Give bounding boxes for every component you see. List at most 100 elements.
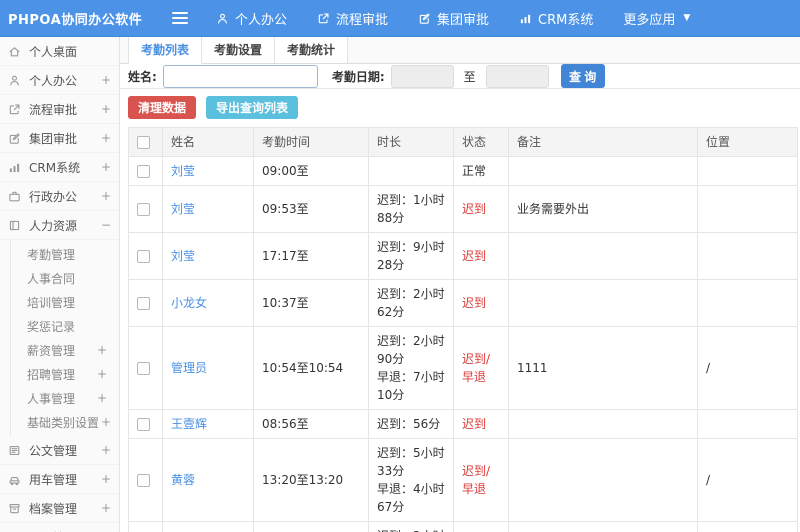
tab-bar: 考勤列表 考勤设置 考勤统计 <box>120 37 800 64</box>
column-header: 考勤时间 <box>253 127 369 157</box>
tab-attendance-settings[interactable]: 考勤设置 <box>202 37 276 63</box>
employee-name-link[interactable]: 刘莹 <box>171 202 195 216</box>
menu-toggle-icon[interactable] <box>172 12 188 24</box>
name-label: 姓名: <box>128 69 157 84</box>
table-row: 刘莹 09:00至 正常 <box>128 156 798 186</box>
sidebar-item-crm-system[interactable]: CRM系统 + <box>0 153 119 182</box>
sidebar-item-label: 集团审批 <box>29 131 78 146</box>
employee-name-link[interactable]: 小龙女 <box>171 296 207 310</box>
expand-icon[interactable]: + <box>99 131 113 145</box>
expand-icon[interactable]: + <box>99 160 113 174</box>
nav-item-more-apps[interactable]: 更多应用 ▼ <box>623 9 690 28</box>
expand-icon[interactable]: + <box>95 367 109 381</box>
expand-icon[interactable]: + <box>95 343 109 357</box>
expand-icon[interactable]: + <box>99 102 113 116</box>
sidebar-item-label: 个人桌面 <box>29 44 78 59</box>
sidebar-item-document-management[interactable]: 公文管理 + <box>0 436 119 465</box>
sidebar: 个人桌面 个人办公 + 流程审批 + 集团审批 + CRM系统 + 行政办公 +… <box>0 37 120 532</box>
status-text: 迟到 <box>462 417 487 431</box>
sidebar-item-personal-desktop[interactable]: 个人桌面 <box>0 37 119 66</box>
expand-icon[interactable]: + <box>95 391 109 405</box>
sidebar-item-workflow-approval[interactable]: 流程审批 + <box>0 95 119 124</box>
clean-data-button[interactable]: 清理数据 <box>128 96 197 119</box>
nav-item-group-approval[interactable]: 集团审批 <box>418 9 489 28</box>
top-nav: 个人办公 流程审批 集团审批 CRM系统 更多应用 ▼ <box>216 9 690 28</box>
location-cell <box>697 409 798 439</box>
app-header: PHPOA协同办公软件 个人办公 流程审批 集团审批 CRM系统 更多应用 ▼ <box>0 0 800 37</box>
select-all-checkbox[interactable] <box>137 136 150 149</box>
sidebar-item-group-approval[interactable]: 集团审批 + <box>0 124 119 153</box>
expand-icon[interactable]: + <box>99 73 113 87</box>
content-area: 考勤列表 考勤设置 考勤统计 姓名: 考勤日期: 至 查 询 清理数据 导出查询… <box>120 37 800 532</box>
nav-item-crm-system[interactable]: CRM系统 <box>519 9 593 28</box>
sidebar-subitem-salary-management[interactable]: 薪资管理 + <box>11 338 119 362</box>
nav-item-workflow-approval[interactable]: 流程审批 <box>317 9 388 28</box>
sidebar-item-label: 人力资源 <box>29 218 78 233</box>
attendance-date-label: 考勤日期: <box>331 69 385 84</box>
document-icon <box>8 444 23 457</box>
sidebar-item-human-resources[interactable]: 人力资源 − <box>0 211 119 240</box>
column-header: 时长 <box>368 127 454 157</box>
column-header: 姓名 <box>162 127 254 157</box>
remark-cell <box>508 232 698 280</box>
expand-icon[interactable]: + <box>99 472 113 486</box>
row-checkbox[interactable] <box>137 165 150 178</box>
table-row: 王壹辉 10:02至 迟到：2小时03分 迟到 <box>128 521 798 532</box>
sidebar-item-personal-office[interactable]: 个人办公 + <box>0 66 119 95</box>
expand-icon[interactable]: + <box>99 189 113 203</box>
sidebar-subitem-personnel-contract[interactable]: 人事合同 <box>11 266 119 290</box>
employee-name-link[interactable]: 王壹辉 <box>171 417 207 431</box>
sidebar-item-label: 行政办公 <box>29 189 78 204</box>
status-text: 正常 <box>462 164 487 178</box>
sidebar-item-project-management[interactable]: 项目管理 + <box>0 523 119 532</box>
employee-name-link[interactable]: 刘莹 <box>171 249 195 263</box>
employee-name-link[interactable]: 管理员 <box>171 361 207 375</box>
expand-icon[interactable]: + <box>99 501 113 515</box>
table-row: 刘莹 09:53至 迟到：1小时88分 迟到 业务需要外出 <box>128 185 798 233</box>
expand-icon[interactable]: + <box>99 443 113 457</box>
sidebar-item-label: 用车管理 <box>29 472 78 487</box>
sidebar-subitem-training-management[interactable]: 培训管理 <box>11 290 119 314</box>
employee-name-link[interactable]: 刘莹 <box>171 164 195 178</box>
date-from-input[interactable] <box>390 64 454 88</box>
archive-icon <box>8 502 23 515</box>
date-to-input[interactable] <box>485 64 549 88</box>
sidebar-subitem-base-category-settings[interactable]: 基础类别设置 + <box>11 410 119 434</box>
sidebar-menu: 个人桌面 个人办公 + 流程审批 + 集团审批 + CRM系统 + 行政办公 +… <box>0 37 119 532</box>
home-icon <box>8 45 23 58</box>
row-checkbox[interactable] <box>137 203 150 216</box>
sidebar-item-vehicle-management[interactable]: 用车管理 + <box>0 465 119 494</box>
expand-icon[interactable]: + <box>99 415 113 429</box>
sidebar-item-label: 流程审批 <box>29 102 78 117</box>
status-text: 迟到 <box>462 202 487 216</box>
action-buttons: 清理数据 导出查询列表 <box>120 89 800 127</box>
table-row: 黄蓉 13:20至13:20 迟到：5小时33分 早退：4小时67分 迟到/早退 … <box>128 438 798 522</box>
status-text: 迟到 <box>462 249 487 263</box>
row-checkbox[interactable] <box>137 250 150 263</box>
sidebar-subitem-recruitment-management[interactable]: 招聘管理 + <box>11 362 119 386</box>
submenu-human-resources: 考勤管理 人事合同 培训管理 奖惩记录 薪资管理 + 招聘管理 + 人事管理 +… <box>10 240 119 436</box>
sidebar-item-archive-management[interactable]: 档案管理 + <box>0 494 119 523</box>
row-checkbox[interactable] <box>137 418 150 431</box>
row-checkbox[interactable] <box>137 297 150 310</box>
nav-item-personal-office[interactable]: 个人办公 <box>216 9 287 28</box>
status-text: 迟到/早退 <box>462 352 491 384</box>
export-list-button[interactable]: 导出查询列表 <box>206 96 299 119</box>
collapse-icon[interactable]: − <box>99 218 113 232</box>
remark-cell <box>508 156 698 186</box>
sidebar-item-admin-office[interactable]: 行政办公 + <box>0 182 119 211</box>
query-button[interactable]: 查 询 <box>560 64 605 88</box>
book-icon <box>8 219 23 232</box>
main-layout: 个人桌面 个人办公 + 流程审批 + 集团审批 + CRM系统 + 行政办公 +… <box>0 37 800 532</box>
name-input[interactable] <box>162 64 318 88</box>
employee-name-link[interactable]: 黄蓉 <box>171 473 195 487</box>
nav-item-label: 个人办公 <box>235 12 288 28</box>
row-checkbox[interactable] <box>137 474 150 487</box>
sidebar-subitem-personnel-management[interactable]: 人事管理 + <box>11 386 119 410</box>
sidebar-subitem-label: 人事合同 <box>27 271 76 286</box>
tab-attendance-list[interactable]: 考勤列表 <box>128 37 203 64</box>
sidebar-subitem-reward-punishment[interactable]: 奖惩记录 <box>11 314 119 338</box>
row-checkbox[interactable] <box>137 362 150 375</box>
sidebar-subitem-attendance-management[interactable]: 考勤管理 <box>11 242 119 266</box>
tab-attendance-stats[interactable]: 考勤统计 <box>275 37 349 63</box>
